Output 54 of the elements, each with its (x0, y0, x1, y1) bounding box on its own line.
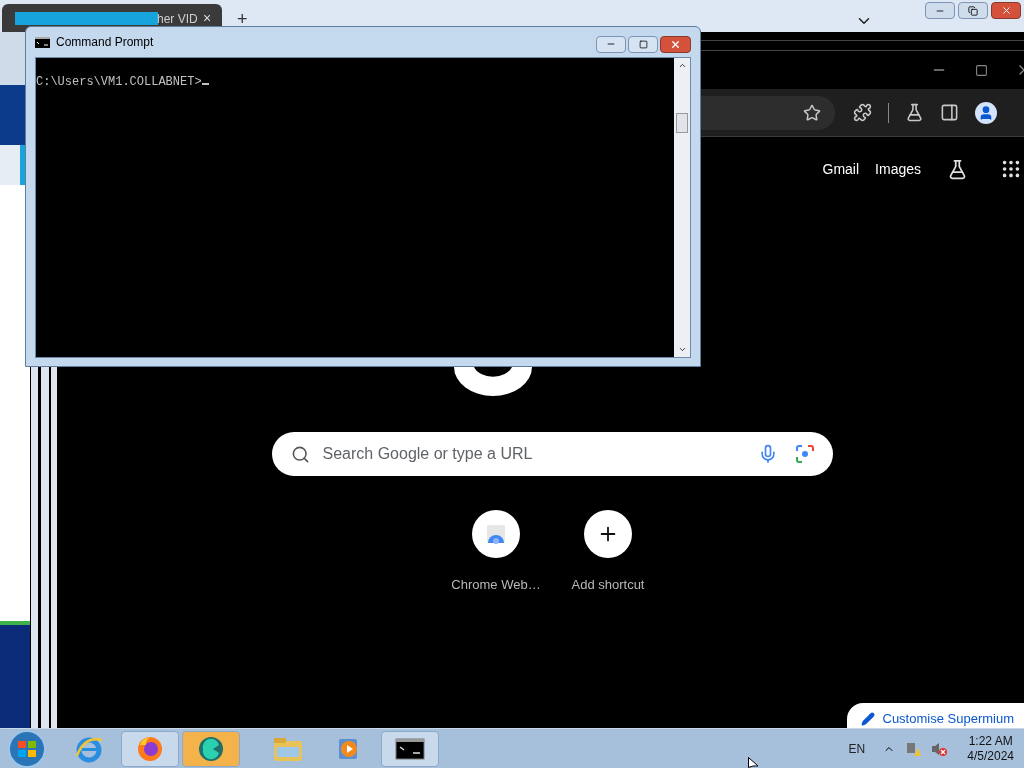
app-circle-icon (197, 734, 225, 763)
windows-logo-icon (17, 739, 37, 758)
scroll-thumb[interactable] (676, 112, 688, 133)
shortcut-label: Chrome Web… (451, 576, 541, 594)
tab-close-button[interactable]: × (200, 12, 214, 25)
search-placeholder: Search Google or type a URL (322, 444, 534, 464)
search-field[interactable]: Search Google or type a URL (271, 432, 833, 476)
clock-time[interactable]: 1:22 AM (968, 733, 1013, 749)
flask-icon[interactable] (905, 103, 924, 122)
search-icon (290, 444, 310, 464)
scroll-up-icon[interactable] (677, 61, 687, 70)
speaker-muted-icon[interactable] (931, 740, 948, 757)
store-icon (485, 523, 507, 545)
apps-grid-icon[interactable] (1000, 158, 1022, 180)
fox-globe-icon (136, 734, 164, 763)
network-warning-icon[interactable] (905, 740, 922, 757)
camera-lens-icon[interactable] (795, 445, 814, 463)
close-button[interactable] (660, 35, 691, 53)
header-link[interactable]: Gmail (822, 158, 860, 180)
restore-icon (968, 5, 978, 16)
profile-icon[interactable] (975, 101, 997, 124)
shortcut-tile[interactable]: Chrome Web… (448, 510, 544, 595)
new-tab-button[interactable]: + (237, 13, 248, 25)
terminal-icon (35, 36, 50, 48)
flask-icon[interactable] (947, 158, 968, 180)
scroll-down-icon[interactable] (677, 345, 687, 354)
side-panel-icon[interactable] (940, 103, 959, 122)
shortcut-tile[interactable]: Add shortcut (560, 510, 656, 595)
star-icon[interactable] (803, 103, 821, 122)
puzzle-icon[interactable] (853, 103, 872, 122)
close-icon (670, 38, 681, 50)
maximize-button[interactable] (628, 35, 658, 53)
clock-date[interactable]: 4/5/2024 (967, 748, 1014, 764)
language-indicator[interactable]: EN (848, 739, 866, 758)
person-icon (978, 104, 994, 121)
start-button[interactable] (8, 729, 46, 768)
customise-button[interactable]: Customise Supermium (846, 703, 1024, 728)
terminal-icon (395, 737, 425, 760)
minimize-button[interactable] (925, 2, 955, 19)
mouse-pointer-icon (748, 757, 759, 768)
restore-button[interactable] (958, 2, 988, 19)
window-title: Command Prompt (56, 34, 154, 51)
close-button[interactable] (991, 2, 1021, 19)
maximize-icon[interactable] (975, 63, 988, 77)
console-area[interactable]: C:\Users\VM1.COLLABNET> (36, 58, 674, 357)
shortcut-label: Add shortcut (571, 576, 645, 594)
maximize-icon (638, 39, 648, 49)
minimize-button[interactable] (596, 35, 626, 53)
header-link[interactable]: Images (875, 158, 921, 180)
scrollbar[interactable] (674, 58, 690, 357)
taskbar-button[interactable] (381, 730, 439, 767)
command-line: C:\Users\VM1.COLLABNET> (36, 75, 209, 89)
close-icon (1000, 5, 1012, 16)
pencil-icon (860, 711, 875, 726)
